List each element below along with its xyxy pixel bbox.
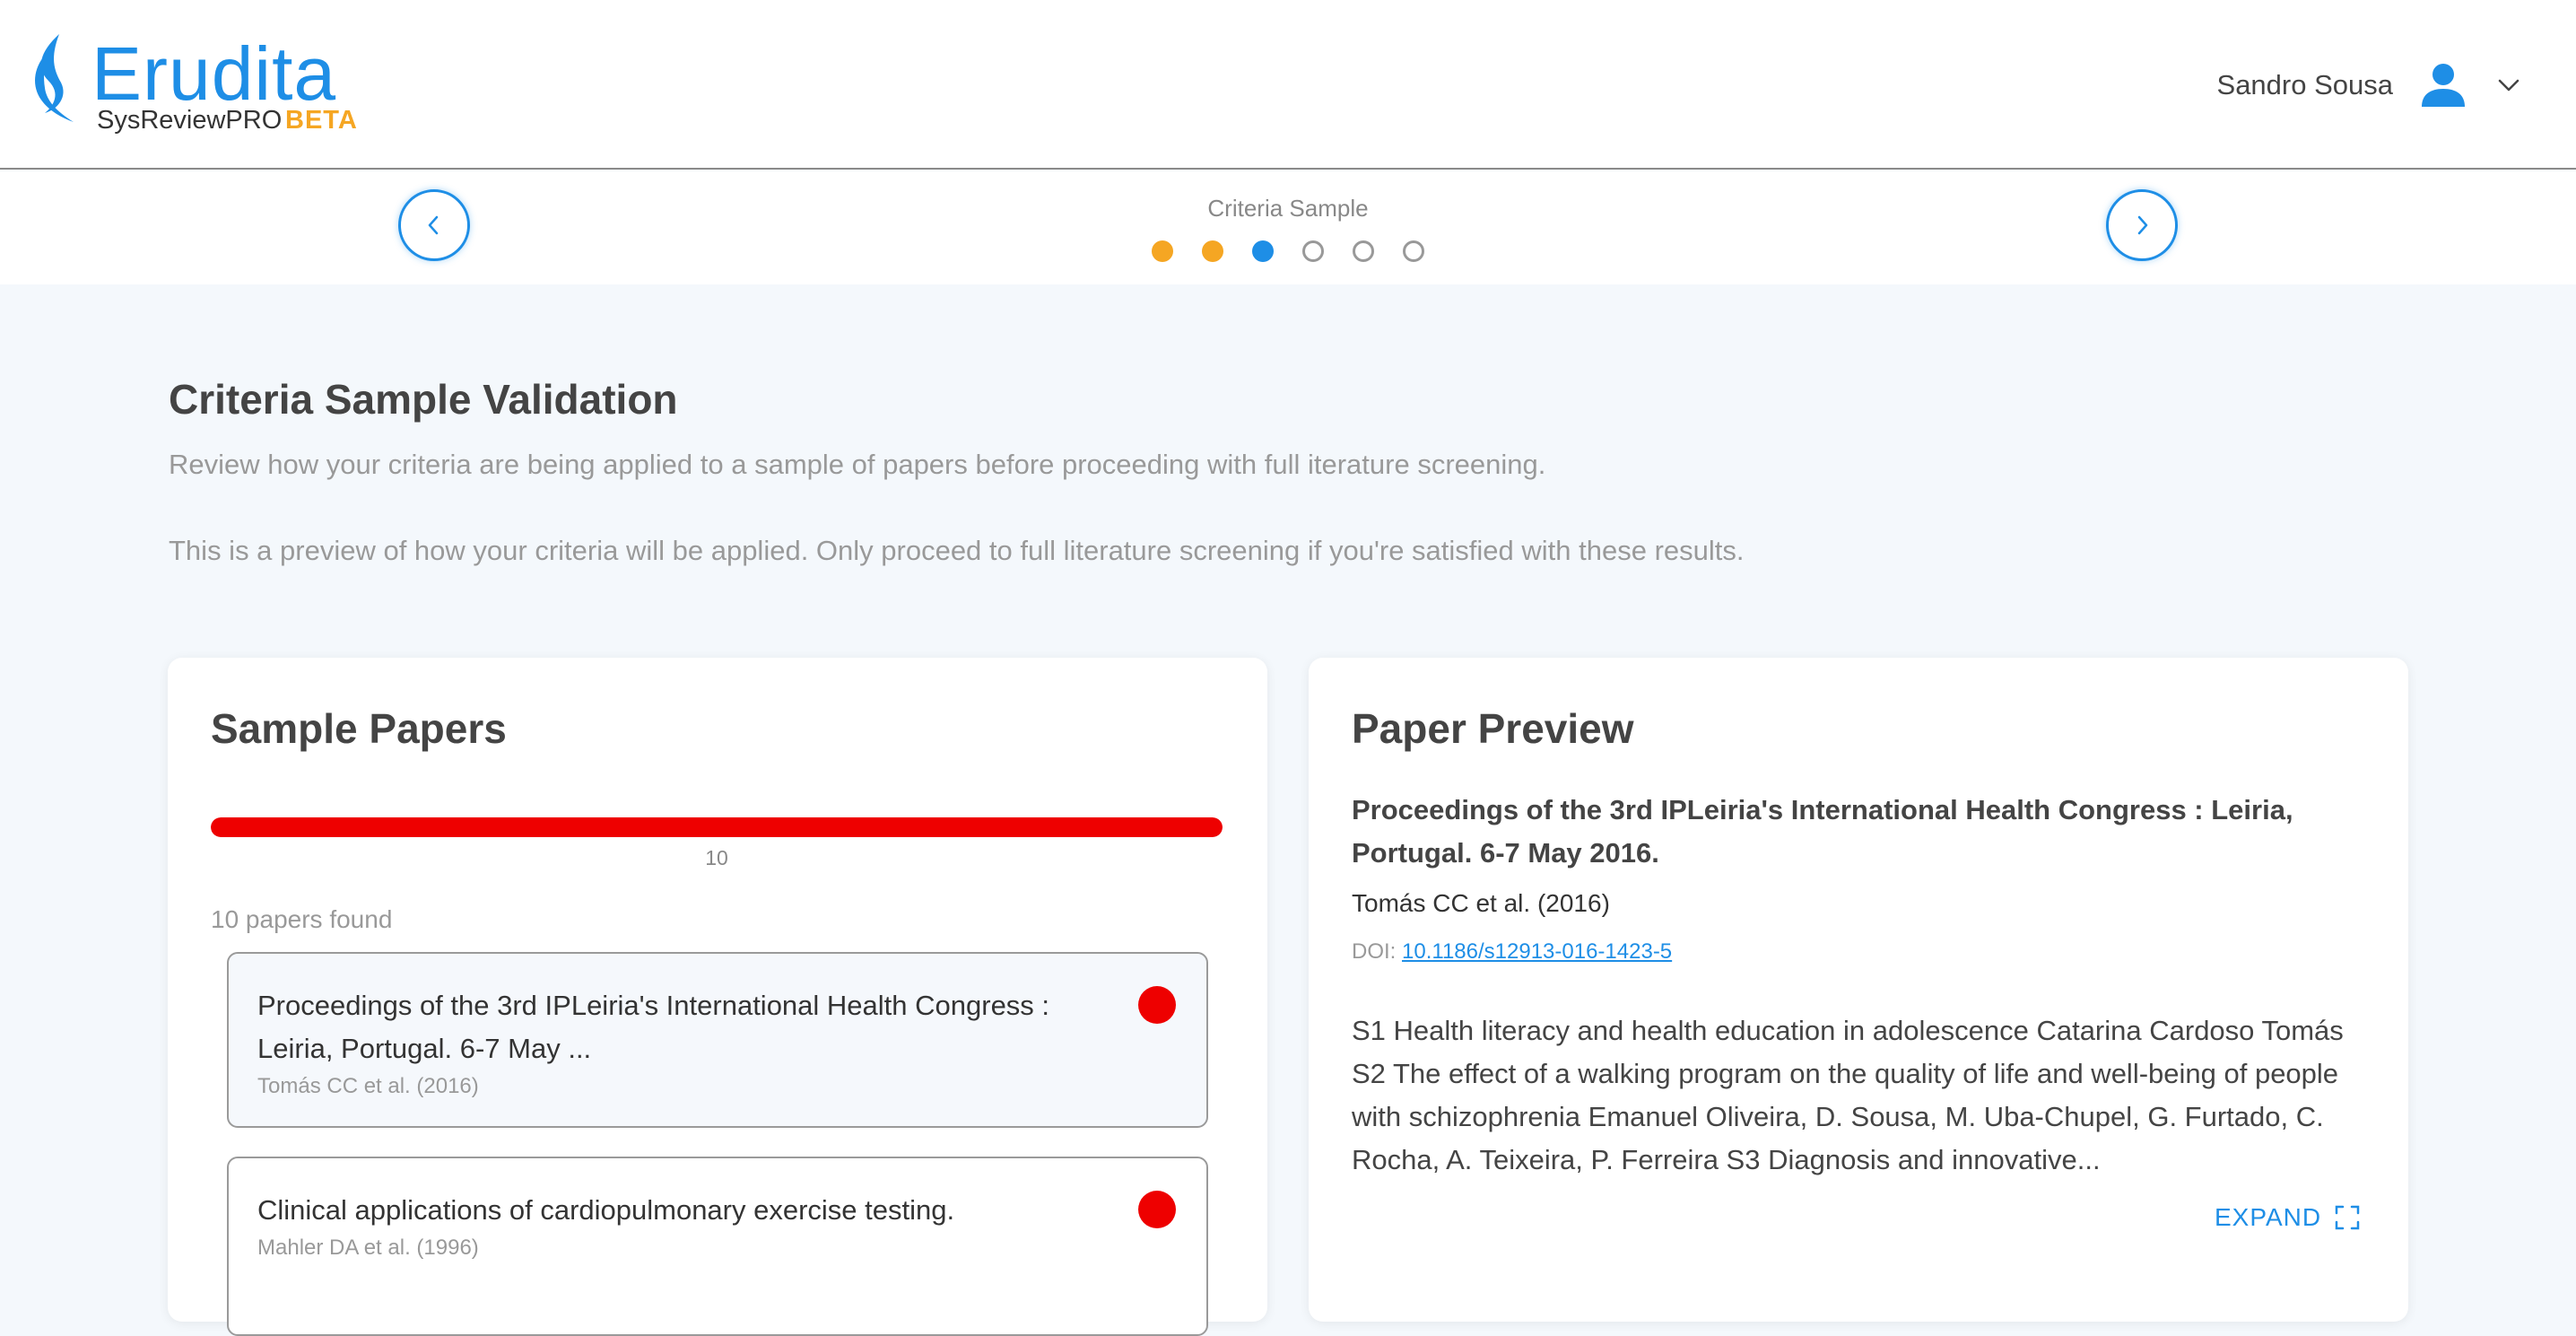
- preview-paper-title: Proceedings of the 3rd IPLeiria's Intern…: [1352, 794, 2293, 869]
- expand-label: EXPAND: [2215, 1203, 2322, 1231]
- step-dot-6: [1403, 240, 1424, 262]
- chevron-right-icon: [2137, 215, 2148, 235]
- sample-progress-bar: [211, 817, 1223, 837]
- sample-progress-label: 10: [705, 846, 728, 869]
- step-dot-5: [1353, 240, 1374, 262]
- page-description: Review how your criteria are being appli…: [169, 449, 1546, 480]
- preview-doi: DOI: 10.1186/s12913-016-1423-5: [1352, 939, 1672, 965]
- doi-link[interactable]: 10.1186/s12913-016-1423-5: [1402, 939, 1672, 964]
- sample-papers-card: Sample Papers 10 10 papers found Proceed…: [168, 658, 1267, 1336]
- step-dot-1: [1152, 240, 1173, 262]
- paper-title: Proceedings of the 3rd IPLeiria's Intern…: [257, 990, 1050, 1064]
- paper-status-indicator: [1138, 1191, 1176, 1228]
- page-title: Criteria Sample Validation: [169, 376, 678, 423]
- step-title: Criteria Sample: [1207, 195, 1369, 222]
- paper-preview-title: Paper Preview: [1352, 705, 1634, 752]
- step-dot-3: [1252, 240, 1274, 262]
- step-dot-2: [1202, 240, 1223, 262]
- user-menu[interactable]: Sandro Sousa: [2217, 54, 2522, 117]
- preview-authors: Tomás CC et al. (2016): [1352, 889, 1610, 917]
- paper-preview-card: Paper Preview Proceedings of the 3rd IPL…: [1309, 658, 2408, 1322]
- paper-list-item[interactable]: Clinical applications of cardiopulmonary…: [227, 1157, 1208, 1336]
- step-indicator: [1152, 240, 1453, 264]
- app-header: Erudita SysReviewPRO BETA Sandro Sousa: [0, 0, 2576, 170]
- product-name: SysReviewPRO: [97, 106, 283, 135]
- sample-papers-title: Sample Papers: [211, 705, 507, 752]
- paper-meta: Tomás CC et al. (2016): [257, 1074, 479, 1098]
- brand-name: Erudita: [91, 31, 337, 116]
- chevron-down-icon[interactable]: [2495, 72, 2522, 99]
- expand-icon: [2335, 1205, 2360, 1230]
- page-note: This is a preview of how your criteria w…: [169, 535, 1745, 566]
- doi-label: DOI:: [1352, 939, 1397, 964]
- paper-meta: Mahler DA et al. (1996): [257, 1236, 479, 1260]
- papers-found-count: 10 papers found: [211, 905, 393, 933]
- user-icon: [2422, 64, 2465, 107]
- user-name: Sandro Sousa: [2216, 69, 2393, 100]
- logo[interactable]: Erudita SysReviewPRO BETA: [27, 27, 386, 144]
- paper-title: Clinical applications of cardiopulmonary…: [257, 1194, 955, 1226]
- wizard-stepper: Criteria Sample: [0, 171, 2576, 284]
- paper-status-indicator: [1138, 986, 1176, 1024]
- next-step-button[interactable]: [2106, 189, 2178, 261]
- expand-button[interactable]: EXPAND: [2215, 1200, 2361, 1236]
- sample-progress-fill: [211, 817, 1223, 837]
- flame-logo-icon: [35, 34, 74, 122]
- step-dot-4: [1302, 240, 1324, 262]
- preview-abstract: S1 Health literacy and health education …: [1352, 1015, 2344, 1175]
- paper-list-item[interactable]: Proceedings of the 3rd IPLeiria's Intern…: [227, 952, 1208, 1128]
- beta-badge: BETA: [285, 106, 358, 135]
